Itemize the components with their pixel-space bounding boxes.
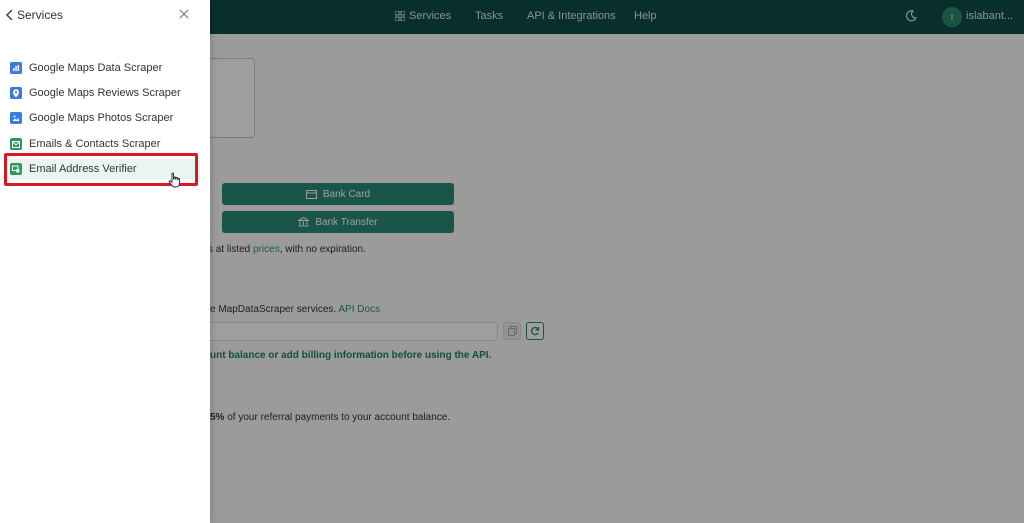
map-pin-icon: [10, 87, 22, 99]
service-google-maps-photos-scraper[interactable]: Google Maps Photos Scraper: [10, 108, 200, 128]
chevron-left-icon[interactable]: [5, 9, 15, 21]
photo-icon: [10, 112, 22, 124]
service-label: Google Maps Reviews Scraper: [29, 87, 181, 99]
service-google-maps-data-scraper[interactable]: Google Maps Data Scraper: [10, 58, 200, 78]
service-label: Google Maps Photos Scraper: [29, 112, 174, 124]
close-icon[interactable]: [178, 8, 190, 20]
hand-cursor-icon: [168, 172, 180, 188]
drawer-title: Services: [17, 8, 64, 22]
service-label: Google Maps Data Scraper: [29, 62, 163, 74]
service-emails-contacts-scraper[interactable]: Emails & Contacts Scraper: [10, 134, 200, 154]
envelope-icon: [10, 138, 22, 150]
service-label: Emails & Contacts Scraper: [29, 138, 161, 150]
drawer-header: Services: [0, 0, 210, 30]
services-drawer: Services Google Maps Data Scraper Google…: [0, 0, 210, 523]
service-google-maps-reviews-scraper[interactable]: Google Maps Reviews Scraper: [10, 83, 200, 103]
map-data-icon: [10, 62, 22, 74]
